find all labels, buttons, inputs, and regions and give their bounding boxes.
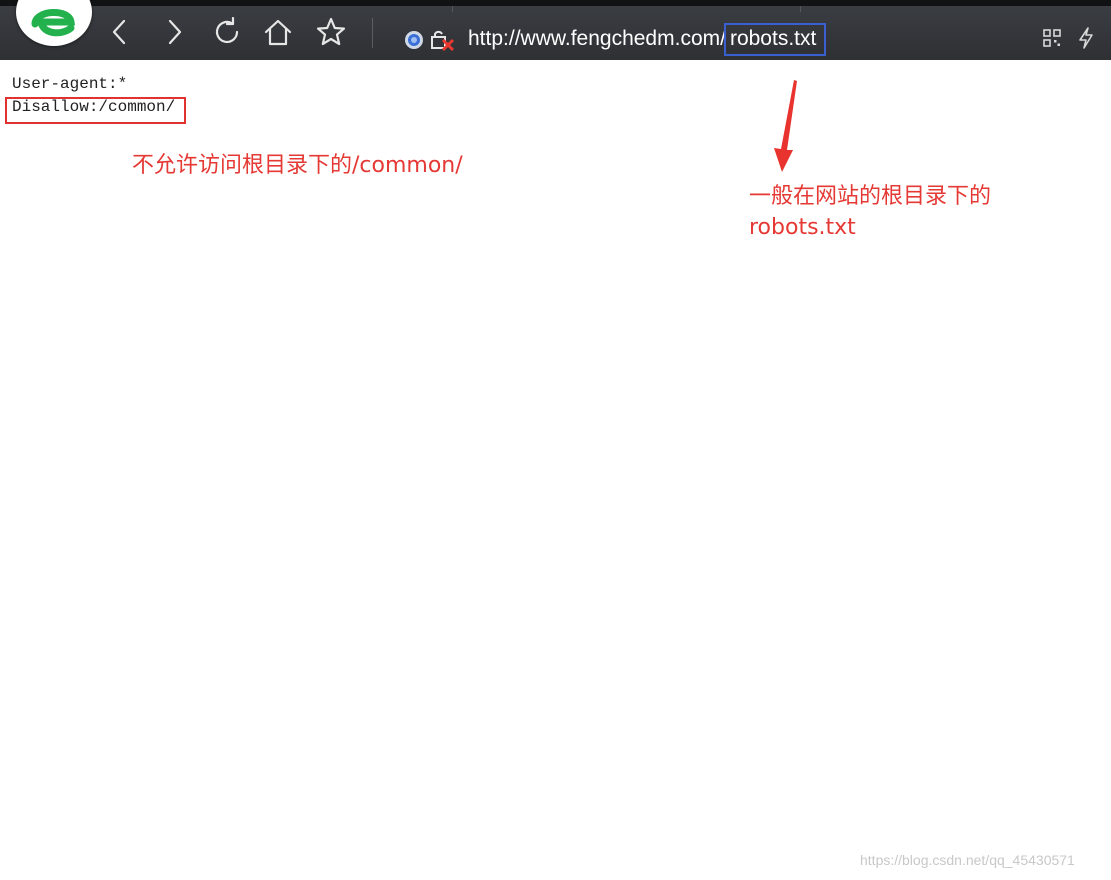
- reload-button[interactable]: [211, 16, 243, 48]
- annotation-note2-line1: 一般在网站的根目录下的: [749, 184, 992, 209]
- site-globe-icon[interactable]: [404, 30, 424, 50]
- tab-separator: [452, 6, 453, 12]
- browser-logo-e-icon[interactable]: [16, 0, 92, 46]
- home-icon: [264, 19, 292, 46]
- chevron-right-icon: [168, 19, 182, 45]
- annotation-disallow-note: 不允许访问根目录下的/common/: [132, 153, 463, 178]
- back-button[interactable]: [104, 16, 136, 48]
- annotation-note2-line2: robots.txt: [749, 215, 856, 240]
- not-secure-lock-icon[interactable]: [430, 28, 456, 52]
- disallow-highlight-box: [5, 97, 186, 124]
- url-highlight-robots: robots.txt: [723, 23, 827, 56]
- favorite-button[interactable]: [315, 16, 347, 48]
- toolbar-divider: [372, 18, 373, 48]
- reload-icon: [215, 17, 239, 44]
- tab-separator: [800, 6, 801, 12]
- lightning-icon[interactable]: [1076, 26, 1096, 50]
- robots-line-user-agent: User-agent:*: [12, 75, 128, 93]
- address-bar[interactable]: http://www.fengchedm.com/robots.txt: [468, 23, 827, 56]
- forward-button[interactable]: [158, 16, 190, 48]
- url-prefix: http://www.fengchedm.com/: [468, 27, 726, 50]
- home-button[interactable]: [262, 16, 294, 48]
- annotation-robots-location-note: 一般在网站的根目录下的 robots.txt: [749, 181, 1049, 243]
- browser-toolbar: http://www.fengchedm.com/robots.txt: [0, 0, 1111, 60]
- watermark: https://blog.csdn.net/qq_45430571: [860, 852, 1075, 868]
- qr-code-icon[interactable]: [1042, 28, 1062, 48]
- annotation-arrow: [774, 80, 797, 172]
- star-icon: [316, 17, 346, 46]
- chevron-left-icon: [112, 19, 126, 45]
